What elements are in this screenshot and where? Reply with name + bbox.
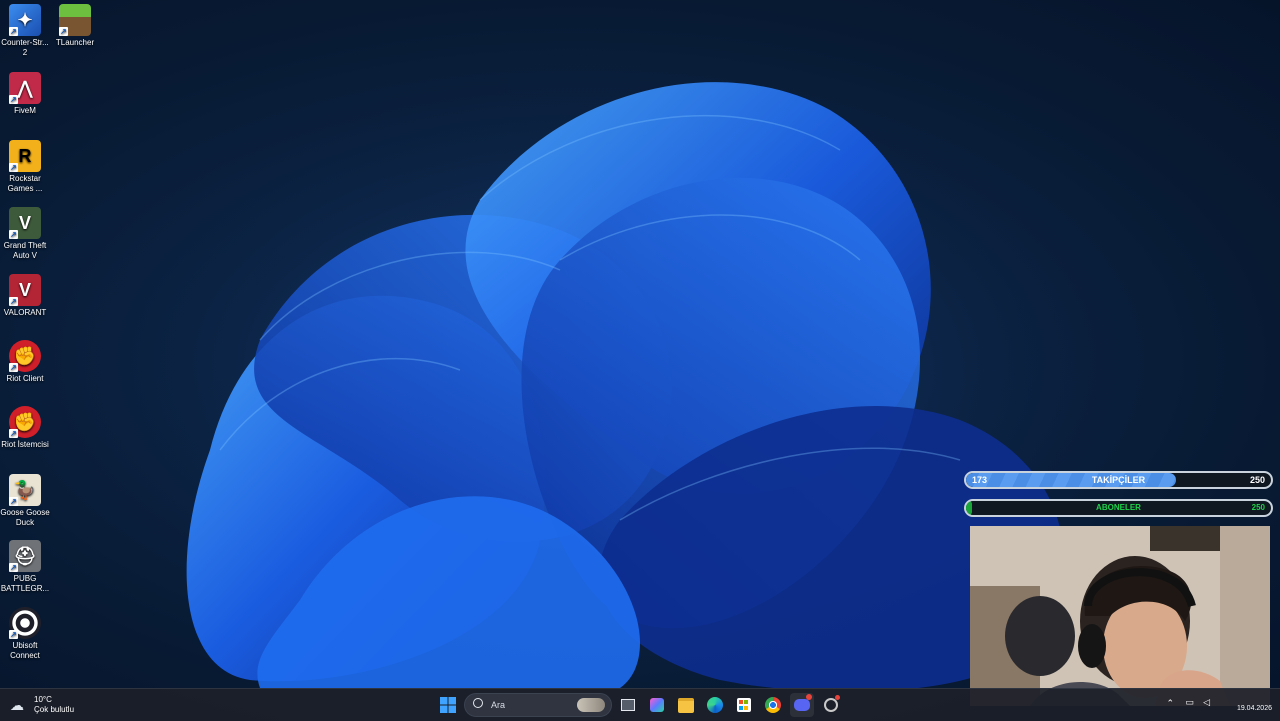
weather-desc: Çok bulutlu (34, 705, 75, 714)
webcam-image (970, 526, 1270, 706)
subscribers-label: ABONELER (1096, 503, 1141, 512)
discord-notification-badge-icon (806, 694, 812, 700)
desktop-icon-label: TLauncher (55, 38, 95, 47)
desktop-icon-label: Riot Client (6, 374, 44, 383)
weather-temp: 10°C (34, 695, 52, 704)
desktop-icon-label: VALORANT (3, 308, 47, 317)
tlauncher-icon: ↗ (59, 4, 91, 36)
desktop-icon-counter-strike[interactable]: ✦ ↗ Counter-Str... 2 (0, 4, 52, 58)
chrome-button[interactable] (761, 693, 785, 717)
discord-icon (794, 699, 810, 711)
desktop-icon-label: Counter-Str... 2 (1, 38, 49, 57)
file-explorer-button[interactable] (674, 693, 698, 717)
subscribers-goal: 250 (1251, 503, 1265, 512)
store-button[interactable] (732, 693, 756, 717)
widgets-icon (650, 698, 664, 712)
subscribers-goal-bar: ABONELER 250 (964, 499, 1273, 517)
counter-strike-icon: ✦ ↗ (9, 4, 41, 36)
windows-icon (440, 697, 456, 713)
desktop-icon-pubg[interactable]: ⛑ ↗ PUBG BATTLEGR... (0, 540, 52, 594)
app-notification-badge-icon (835, 695, 840, 700)
app-icon (824, 698, 838, 712)
fivem-icon: ⋀ ↗ (9, 72, 41, 104)
task-view-icon (621, 699, 635, 711)
desktop-icon-label: Ubisoft Connect (10, 641, 40, 660)
edge-button[interactable] (703, 693, 727, 717)
edge-icon (707, 697, 723, 713)
pubg-icon: ⛑ ↗ (9, 540, 41, 572)
store-icon (737, 698, 751, 712)
goose-goose-duck-icon: 🦆 ↗ (9, 474, 41, 506)
ubisoft-connect-icon: ↗ (9, 607, 41, 639)
desktop-icon-ubisoft-connect[interactable]: ↗ Ubisoft Connect (0, 607, 52, 661)
search-highlight-icon (577, 698, 605, 712)
discord-button[interactable] (790, 693, 814, 717)
app-button[interactable] (819, 693, 843, 717)
desktop-icon-label: PUBG BATTLEGR... (0, 574, 50, 593)
chevron-up-icon[interactable]: ⌃ (1166, 698, 1174, 709)
desktop-icon-gta-v[interactable]: V ↗ Grand Theft Auto V (0, 207, 52, 261)
search-placeholder: Ara (491, 700, 506, 710)
followers-label: TAKİPÇİLER (1091, 475, 1146, 485)
desktop-icon-riot-client[interactable]: ✊ ↗ Riot Client (0, 340, 52, 384)
desktop-icon-label: FiveM (14, 106, 36, 115)
desktop-icon-label: Riot İstemcisi (1, 440, 49, 449)
desktop-icon-rockstar[interactable]: R ↗ Rockstar Games ... (0, 140, 52, 194)
cloud-icon: ☁ (10, 697, 24, 713)
desktop-icon-valorant[interactable]: V ↗ VALORANT (0, 274, 52, 318)
volume-icon[interactable]: ◁ (1203, 697, 1210, 708)
desktop-icon-label: Rockstar Games ... (7, 174, 43, 193)
gta-v-icon: V ↗ (9, 207, 41, 239)
chrome-icon (765, 697, 781, 713)
taskbar-search[interactable]: Ara (464, 693, 612, 717)
desktop-icon-label: Goose Goose Duck (0, 508, 50, 527)
clock-date[interactable]: 19.04.2026 (1237, 705, 1272, 712)
webcam-feed (970, 526, 1270, 706)
desktop-icon-label: Grand Theft Auto V (3, 241, 47, 260)
task-view-button[interactable] (616, 693, 640, 717)
taskbar: ☁ 10°C Çok bulutlu Ara ⌃ ▭ ◁ 19.04.2026 (0, 688, 1280, 721)
folder-icon (678, 697, 694, 713)
desktop-icon-fivem[interactable]: ⋀ ↗ FiveM (0, 72, 52, 116)
search-icon (473, 698, 483, 708)
desktop-icon-riot-istemcisi[interactable]: ✊ ↗ Riot İstemcisi (0, 406, 52, 450)
network-icon[interactable]: ▭ (1185, 697, 1194, 708)
desktop-icon-tlauncher[interactable]: ↗ TLauncher (48, 4, 102, 48)
riot-client-icon: ✊ ↗ (9, 340, 41, 372)
riot-istemcisi-icon: ✊ ↗ (9, 406, 41, 438)
widgets-button[interactable] (645, 693, 669, 717)
followers-goal: 250 (1249, 475, 1265, 485)
desktop-icon-goose-goose-duck[interactable]: 🦆 ↗ Goose Goose Duck (0, 474, 52, 528)
valorant-icon: V ↗ (9, 274, 41, 306)
followers-goal-bar: 173 TAKİPÇİLER 250 (964, 471, 1273, 489)
start-button[interactable] (436, 693, 460, 717)
rockstar-icon: R ↗ (9, 140, 41, 172)
